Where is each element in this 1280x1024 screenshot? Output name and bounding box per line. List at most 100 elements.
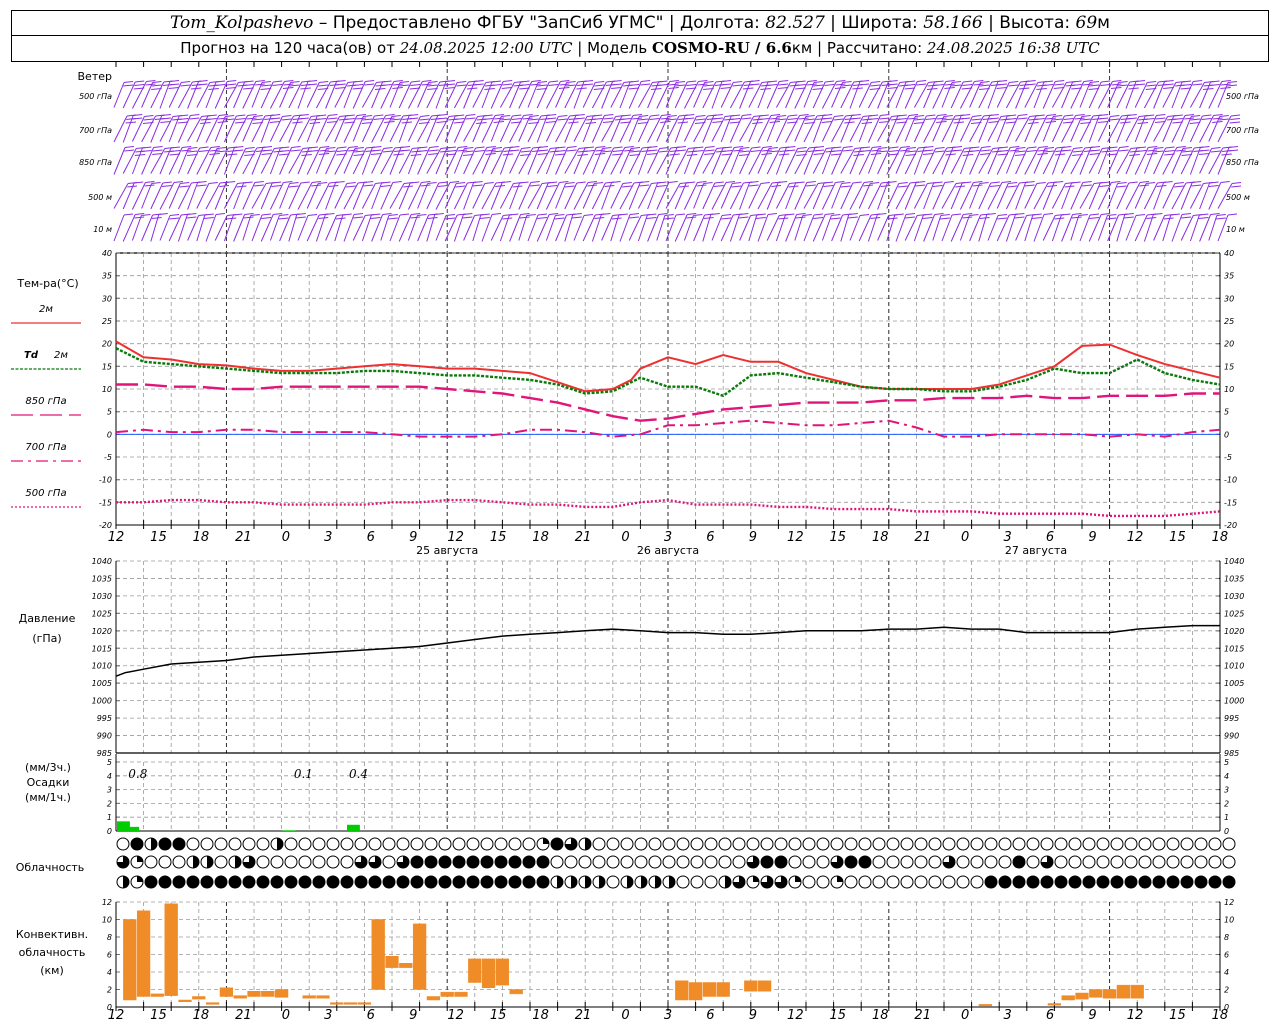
wind-barb: [693, 213, 714, 242]
cloud-symbol-fill: [207, 856, 213, 868]
wind-barb-shape: [196, 182, 218, 209]
cloud-symbol: [410, 837, 424, 851]
precip-axis-tick-label: 5: [107, 758, 112, 767]
hour-tick-label: 0: [961, 530, 969, 545]
cloud-symbol: [1222, 837, 1236, 851]
wind-barb-shape: [711, 214, 732, 241]
cloud-symbol: [1054, 837, 1068, 851]
conv-bar: [716, 982, 730, 997]
wind-barb-shape: [352, 115, 373, 142]
temp-axis-tick-label: 20: [1224, 340, 1234, 349]
conv-bar: [1116, 984, 1131, 999]
wind-barb: [1125, 214, 1146, 241]
cloud-symbol: [1180, 837, 1194, 851]
wind-barb-shape: [720, 81, 743, 108]
wind-barb: [159, 214, 180, 241]
cloud-symbol: [382, 875, 396, 889]
wind-barb: [297, 214, 318, 241]
conv-bar: [454, 991, 468, 997]
cloud-symbol: [382, 855, 396, 869]
wind-barb-shape: [821, 115, 844, 142]
temp-axis-tick-label: 30: [102, 294, 112, 303]
cloud-symbol: [746, 837, 760, 851]
temp-axis-tick-label: 30: [1224, 294, 1234, 303]
cloud-symbol: [256, 837, 270, 851]
wind-barb-shape: [647, 147, 669, 174]
conv-axis-tick-label: 4: [1224, 968, 1229, 977]
pressure-axis-tick-label: 990: [97, 732, 112, 741]
pressure-axis-tick-label: 1025: [92, 609, 112, 618]
cloud-symbol: [270, 855, 284, 869]
cloud-symbol: [970, 875, 984, 889]
wind-barb: [1116, 181, 1138, 210]
wind-barb: [895, 213, 916, 242]
wind-barb: [867, 147, 888, 174]
wind-barb: [1153, 146, 1175, 175]
temp-axis-tick-label: -10: [99, 476, 112, 485]
wind-barb: [729, 147, 750, 174]
wind-barb-shape: [1015, 146, 1037, 175]
cloud-symbol: [900, 875, 914, 889]
wind-barb: [840, 181, 862, 210]
pressure-axis-tick-label: 1015: [1224, 644, 1244, 653]
conv-bar: [178, 999, 192, 1002]
wind-barb: [637, 114, 660, 143]
hour-tick-label: 3: [1003, 1008, 1011, 1023]
temp-axis-tick-label: 5: [1224, 408, 1229, 417]
wind-barb: [1088, 80, 1111, 109]
cloud-symbol: [1026, 855, 1040, 869]
hour-tick-label: 12: [108, 530, 125, 545]
wind-barb: [665, 81, 686, 108]
wind-barb-shape: [886, 182, 908, 209]
wind-barb-shape: [803, 213, 824, 242]
hour-tick-label: 21: [914, 1008, 931, 1023]
cloud-symbol-fill: [571, 876, 577, 888]
wind-barb: [269, 115, 292, 142]
conv-axis-tick-label: 2: [107, 986, 112, 995]
conv-bar: [316, 995, 330, 999]
wind-barb-shape: [904, 115, 925, 142]
cloud-symbol: [130, 837, 144, 851]
wind-barb-shape: [564, 181, 586, 210]
wind-barb-shape: [766, 115, 787, 142]
conv-axis-tick-label: 12: [102, 898, 112, 907]
cloud-symbol: [900, 837, 914, 851]
precip-bar: [282, 830, 296, 831]
cloud-symbol: [424, 837, 438, 851]
cloud-symbol: [284, 855, 298, 869]
wind-barb: [582, 81, 605, 108]
cloud-symbol: [480, 875, 494, 889]
wind-barb: [601, 146, 623, 175]
hour-tick-label: 18: [193, 530, 210, 545]
pressure-axis-tick-label: 1005: [1224, 679, 1244, 688]
wind-barb-shape: [987, 214, 1008, 241]
pressure-title: (гПа): [32, 632, 61, 645]
precip-axis-tick-label: 0: [107, 827, 112, 836]
cloud-symbol: [844, 855, 858, 869]
cloud-symbol: [1152, 875, 1166, 889]
wind-barb-shape: [867, 147, 888, 174]
pressure-axis-tick-label: 1040: [1224, 557, 1244, 566]
cloud-symbol: [1068, 875, 1082, 889]
temp-axis-tick-label: -10: [1224, 476, 1237, 485]
wind-barb-shape: [113, 146, 135, 175]
cloud-symbol-fill: [599, 876, 605, 888]
wind-barb-shape: [150, 181, 172, 210]
cloud-symbol: [550, 837, 564, 851]
wind-barb-shape: [490, 115, 511, 142]
cloud-symbol-fill: [151, 838, 157, 850]
wind-barb: [950, 80, 973, 109]
cloud-symbol: [1082, 837, 1096, 851]
hour-tick-label: 3: [324, 530, 332, 545]
wind-barb-shape: [1180, 115, 1201, 142]
cloud-symbol: [312, 855, 326, 869]
cloud-symbol: [774, 855, 788, 869]
wind-barb: [325, 146, 347, 175]
wind-barb-shape: [251, 213, 272, 242]
cloud-symbol: [214, 855, 228, 869]
cloud-symbol: [1208, 837, 1222, 851]
cloud-symbol: [802, 875, 816, 889]
cloud-symbol: [620, 855, 634, 869]
cloud-symbol-fill: [137, 856, 143, 862]
wind-barb-shape: [113, 213, 134, 242]
